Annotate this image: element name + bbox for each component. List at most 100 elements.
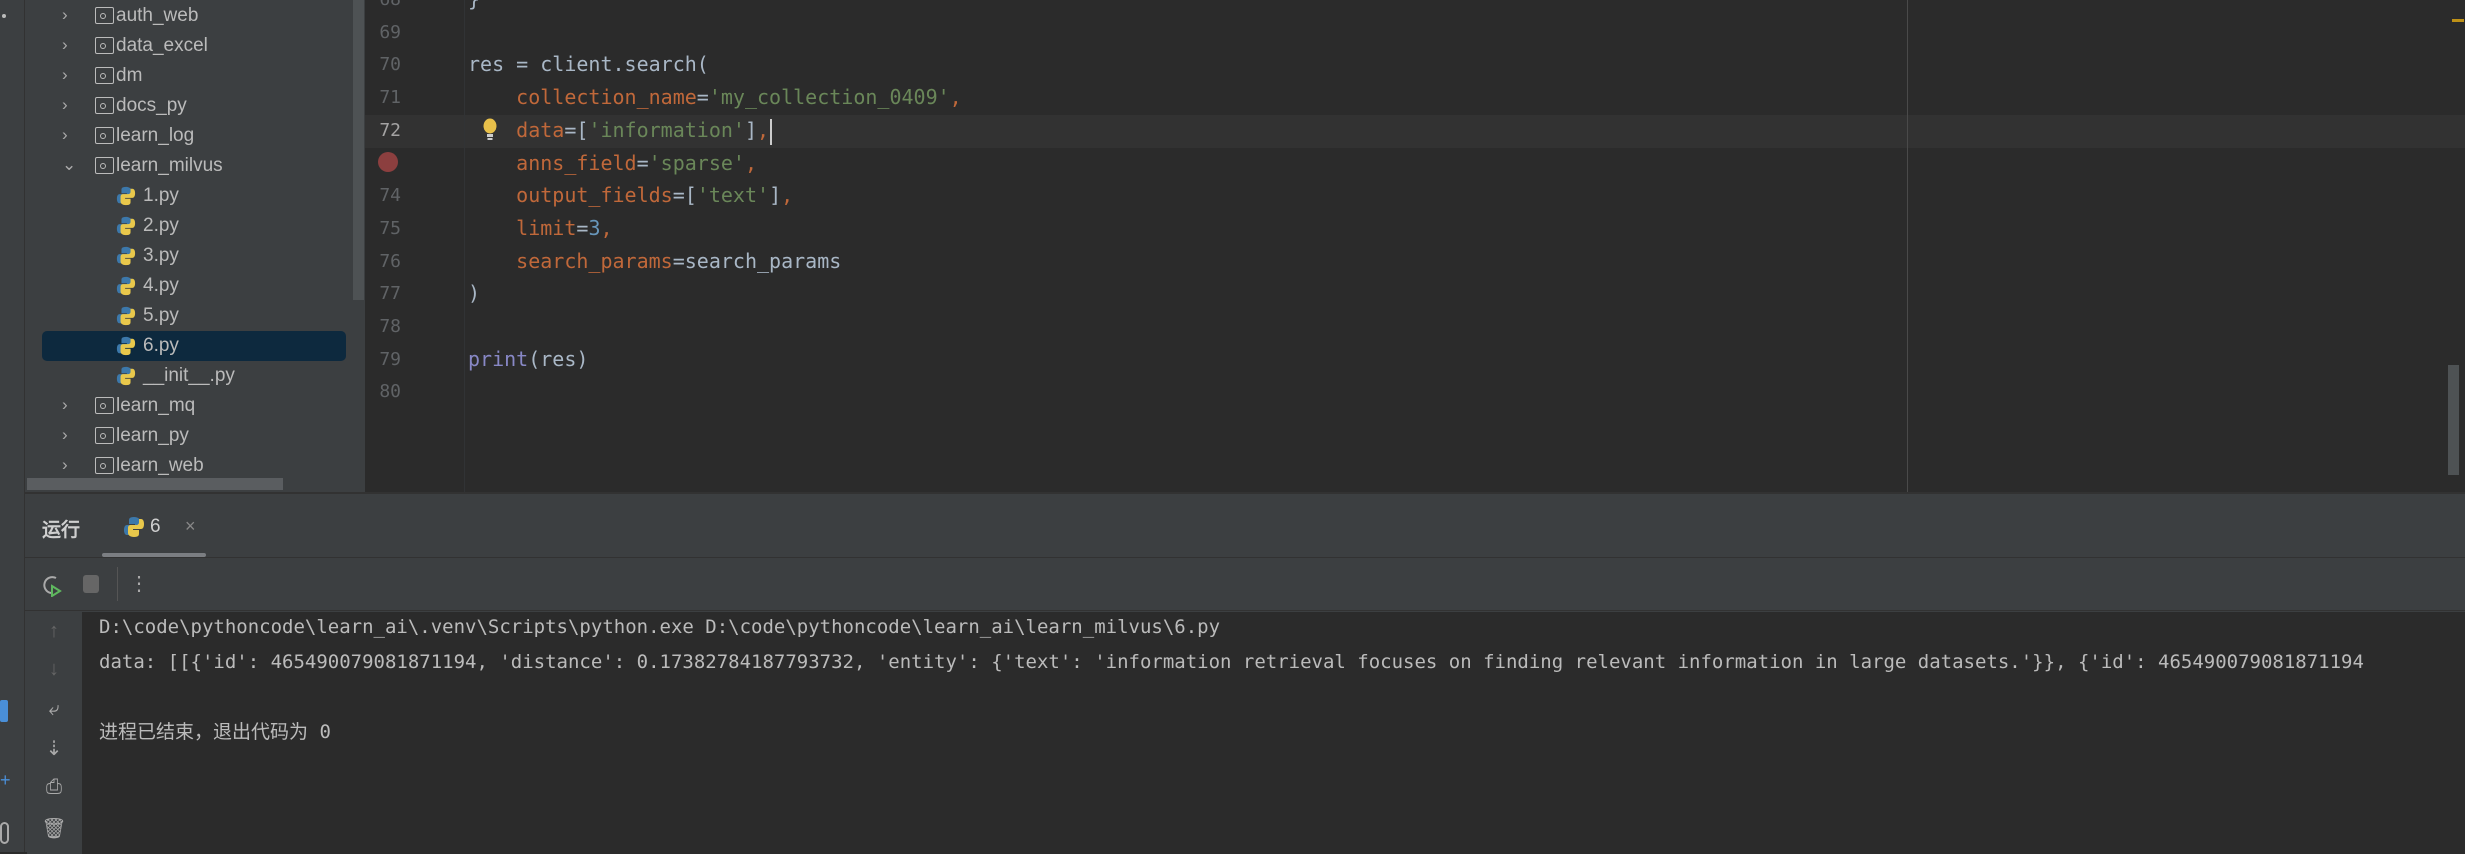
tree-file[interactable]: 3.py — [25, 241, 365, 271]
editor-vertical-scrollbar[interactable] — [2448, 365, 2459, 475]
soft-wrap-icon[interactable]: ⤶ — [41, 698, 67, 721]
stop-icon[interactable] — [83, 575, 99, 593]
tree-horizontal-scrollbar[interactable] — [27, 478, 283, 490]
python-file-icon — [116, 276, 136, 296]
code-line[interactable]: data=['information'], — [468, 118, 769, 142]
tree-item-label: 6.py — [143, 335, 179, 356]
chevron-right-icon[interactable]: › — [62, 425, 68, 445]
right-margin-guide — [1907, 0, 1908, 492]
line-number: 79 — [379, 348, 401, 370]
code-token-param: , — [949, 85, 962, 110]
scroll-up-icon[interactable]: ↑ — [41, 620, 67, 643]
tree-folder[interactable]: › learn_web — [25, 451, 365, 481]
tree-item-label: 3.py — [143, 245, 179, 266]
code-token-def — [468, 151, 516, 175]
lightbulb-icon[interactable] — [483, 118, 497, 144]
code-line[interactable]: output_fields=['text'], — [468, 183, 793, 207]
code-line[interactable]: print(res) — [468, 347, 588, 371]
console-line-output: data: [[{'id': 465490079081871194, 'dist… — [99, 651, 2364, 673]
code-token-str: 'information' — [588, 117, 745, 142]
code-token-str: 'text' — [696, 183, 770, 208]
chevron-right-icon[interactable]: › — [62, 455, 68, 475]
code-token-param: , — [781, 183, 794, 208]
code-token-param: data — [516, 117, 565, 142]
print-icon[interactable]: ⎙ — [41, 776, 67, 799]
tree-item-label: learn_mq — [116, 395, 196, 416]
console-side-toolbar: ↑ ↓ ⤶ ⇣ ⎙ 🗑 — [27, 612, 82, 854]
tree-file[interactable]: 4.py — [25, 271, 365, 301]
line-number: 71 — [379, 87, 401, 109]
code-token-num: 3 — [588, 215, 601, 240]
terminal-icon[interactable] — [0, 822, 9, 844]
code-token-def: } — [468, 0, 480, 11]
tree-folder[interactable]: › learn_py — [25, 421, 365, 451]
tree-folder[interactable]: › dm — [25, 61, 365, 91]
code-line[interactable]: collection_name='my_collection_0409', — [468, 85, 962, 109]
code-token-str: 'sparse' — [648, 150, 745, 175]
plus-icon[interactable]: + — [0, 770, 11, 792]
strip-dot-icon — [2, 14, 6, 18]
line-number: 78 — [379, 316, 401, 337]
scroll-to-end-icon[interactable]: ⇣ — [41, 736, 67, 761]
python-file-icon — [116, 306, 136, 326]
tree-folder[interactable]: › learn_mq — [25, 391, 365, 421]
code-token-def: =search_params — [672, 248, 842, 273]
chevron-right-icon[interactable]: › — [62, 5, 68, 25]
chevron-right-icon[interactable]: › — [62, 125, 68, 145]
code-token-def — [468, 249, 516, 273]
line-number: 74 — [379, 185, 401, 207]
folder-icon — [95, 427, 114, 444]
warning-marker[interactable] — [2452, 19, 2464, 22]
more-options-icon[interactable]: ⋮ — [129, 571, 149, 596]
chevron-right-icon[interactable]: › — [62, 65, 68, 85]
code-token-def: = — [576, 215, 589, 240]
tree-folder[interactable]: › learn_log — [25, 121, 365, 151]
console-line-exit: 进程已结束，退出代码为 0 — [99, 721, 331, 743]
run-panel: 运行 6 × ⋮ ↑ ↓ ⤶ ⇣ ⎙ 🗑 D:\code\pythoncode\… — [25, 492, 2465, 854]
close-tab-icon[interactable]: × — [185, 516, 196, 537]
plugin-icon[interactable] — [0, 700, 8, 722]
line-number: 70 — [379, 54, 401, 76]
code-token-param: anns_field — [516, 150, 637, 175]
code-token-param: output_fields — [516, 183, 673, 208]
toolbar-divider — [117, 567, 118, 601]
tree-item-label: learn_milvus — [116, 155, 223, 176]
tree-file[interactable]: __init__.py — [25, 361, 365, 391]
chevron-right-icon[interactable]: › — [62, 35, 68, 55]
trash-icon[interactable]: 🗑 — [41, 816, 67, 841]
tab-6[interactable]: 6 × — [102, 506, 206, 558]
console-output[interactable]: D:\code\pythoncode\learn_ai\.venv\Script… — [82, 612, 2465, 854]
code-line[interactable]: limit=3, — [468, 215, 613, 240]
chevron-down-icon[interactable]: ⌄ — [62, 155, 76, 175]
code-editor[interactable]: 68} 69 70 res = client.search(71 collection… — [365, 0, 2465, 492]
code-line[interactable]: } — [468, 0, 480, 11]
code-line[interactable]: ) — [468, 281, 480, 305]
code-line[interactable]: search_params=search_params — [468, 249, 841, 273]
tree-file[interactable]: 5.py — [25, 301, 365, 331]
code-line[interactable]: anns_field='sparse', — [468, 151, 757, 175]
code-token-param: , — [600, 215, 613, 240]
tree-item-label: data_excel — [116, 35, 208, 56]
rerun-icon[interactable] — [41, 573, 63, 597]
line-number: 76 — [379, 250, 401, 272]
tree-folder[interactable]: › data_excel — [25, 31, 365, 61]
tree-file[interactable]: 1.py — [25, 181, 365, 211]
tree-item-label: 2.py — [143, 215, 179, 236]
folder-icon — [95, 127, 114, 144]
tree-folder[interactable]: › auth_web — [25, 1, 365, 31]
chevron-right-icon[interactable]: › — [62, 395, 68, 415]
breakpoint-icon[interactable] — [378, 152, 398, 172]
chevron-right-icon[interactable]: › — [62, 95, 68, 115]
text-caret — [770, 118, 772, 145]
tree-folder[interactable]: › docs_py — [25, 91, 365, 121]
python-file-icon — [116, 216, 136, 236]
scroll-down-icon[interactable]: ↓ — [41, 658, 67, 681]
code-token-param: , — [744, 150, 758, 175]
tree-folder[interactable]: ⌄ learn_milvus — [25, 151, 365, 181]
code-token-param: limit — [516, 215, 577, 240]
tree-file[interactable]: 2.py — [25, 211, 365, 241]
code-line[interactable]: res = client.search( — [468, 52, 709, 76]
line-number: 77 — [379, 283, 401, 305]
tree-file[interactable]: 6.py — [42, 331, 346, 361]
tree-vertical-scrollbar[interactable] — [353, 0, 364, 300]
